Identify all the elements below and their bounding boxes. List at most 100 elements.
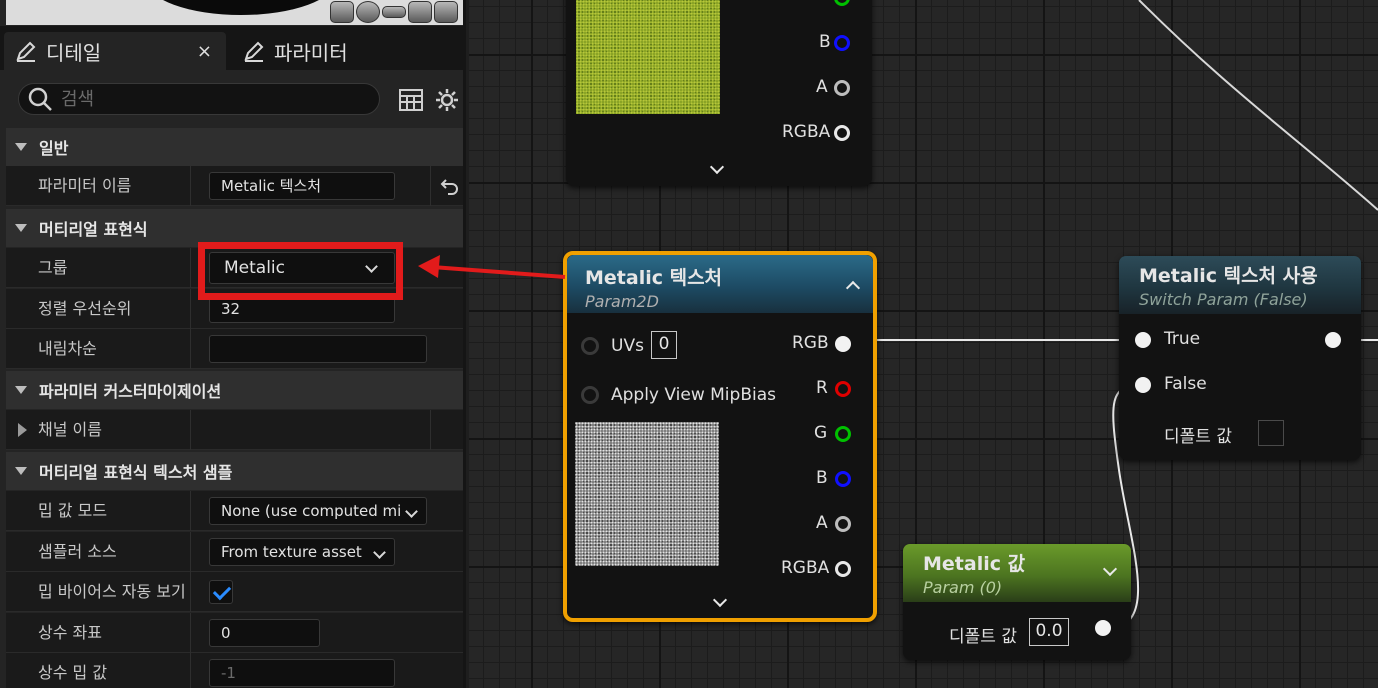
- chevron-down-icon[interactable]: [709, 159, 725, 175]
- tab-details-label: 디테일: [46, 40, 102, 65]
- pin-b-icon[interactable]: [835, 471, 851, 487]
- row-constant-coordinate: 상수 좌표 0: [6, 613, 463, 653]
- uvs-value-field[interactable]: 0: [651, 331, 677, 359]
- default-value-label: 디폴트 값: [1164, 427, 1232, 447]
- search-input[interactable]: [61, 88, 361, 110]
- default-value-checkbox[interactable]: [1258, 420, 1284, 446]
- auto-view-mip-bias-checkbox[interactable]: [209, 580, 233, 604]
- custom-mesh-preview-icon[interactable]: [434, 1, 458, 23]
- sphere-preview-icon[interactable]: [356, 1, 380, 23]
- sort-priority-label: 정렬 우선순위: [38, 299, 132, 318]
- material-preview-viewport[interactable]: [6, 0, 463, 25]
- pin-false-icon[interactable]: [1135, 377, 1151, 393]
- chevron-up-icon[interactable]: [845, 280, 861, 296]
- material-graph[interactable]: B A RGBA Metalic 텍스처 Param2D UVs 0 Apply…: [469, 0, 1378, 688]
- row-descending: 내림차순: [6, 329, 463, 369]
- pin-label-g: G: [814, 423, 828, 443]
- constant-mip-value-label: 상수 밉 값: [38, 663, 108, 682]
- pin-output-icon[interactable]: [1325, 332, 1341, 348]
- pin-a-icon[interactable]: [835, 516, 851, 532]
- node-metalic-value[interactable]: Metalic 값 Param (0) 디폴트 값 0.0: [903, 544, 1131, 660]
- section-parameter-customization[interactable]: 파라미터 커스터마이제이션: [6, 371, 463, 409]
- search-row: [0, 70, 463, 128]
- node-texture-top[interactable]: B A RGBA: [566, 0, 872, 186]
- tab-details[interactable]: 디테일 ×: [4, 32, 226, 70]
- mip-value-mode-dropdown[interactable]: None (use computed mi: [209, 497, 427, 525]
- panel-tab-bar: 디테일 × 파라미터: [0, 26, 463, 70]
- pin-label-mip-bias: Apply View MipBias: [611, 385, 776, 405]
- constant-coordinate-field[interactable]: 0: [209, 619, 320, 647]
- node-header: Metalic 텍스처 사용 Switch Param (False): [1119, 256, 1361, 314]
- tab-parameters[interactable]: 파라미터: [238, 32, 458, 70]
- sampler-source-dropdown[interactable]: From texture asset: [209, 538, 395, 566]
- pin-label-uvs: UVs: [611, 336, 644, 356]
- pencil-icon: [16, 41, 36, 62]
- sampler-source-label: 샘플러 소스: [38, 542, 117, 561]
- constant-coordinate-label: 상수 좌표: [38, 623, 102, 642]
- pin-g-icon[interactable]: [834, 0, 850, 6]
- table-view-icon[interactable]: [398, 87, 424, 113]
- cylinder-preview-icon[interactable]: [330, 1, 354, 23]
- close-icon[interactable]: ×: [197, 41, 212, 62]
- pin-output-icon[interactable]: [1095, 620, 1111, 636]
- arrow-annotation-icon: [418, 255, 566, 279]
- collapse-arrow-icon: [15, 467, 27, 475]
- pin-label-true: True: [1164, 329, 1201, 349]
- node-title: Metalic 텍스처: [585, 267, 723, 289]
- pin-rgb-icon[interactable]: [835, 336, 851, 352]
- channel-names-label: 채널 이름: [38, 420, 102, 439]
- chevron-down-icon[interactable]: [1102, 561, 1118, 577]
- highlight-box: [198, 242, 403, 300]
- node-title: Metalic 값: [923, 553, 1026, 575]
- row-constant-mip-value: 상수 밉 값 -1: [6, 653, 463, 688]
- pin-r-icon[interactable]: [835, 381, 851, 397]
- pencil-icon: [244, 41, 264, 62]
- collapse-arrow-icon: [15, 143, 27, 151]
- sampler-source-value: From texture asset: [221, 543, 362, 561]
- cube-preview-icon[interactable]: [408, 1, 432, 23]
- node-subtitle: Param2D: [585, 292, 659, 311]
- pin-label-rgba: RGBA: [782, 122, 831, 142]
- search-box[interactable]: [18, 83, 380, 115]
- pin-b-icon[interactable]: [834, 35, 850, 51]
- reset-to-default-icon[interactable]: [440, 176, 460, 196]
- pin-label-rgba: RGBA: [781, 558, 830, 578]
- node-header: Metalic 텍스처 Param2D: [567, 255, 873, 313]
- parameter-name-field[interactable]: Metalic 텍스처: [209, 172, 395, 200]
- section-general[interactable]: 일반: [6, 128, 463, 166]
- expand-arrow-icon[interactable]: [18, 423, 27, 437]
- section-texture-sample[interactable]: 머티리얼 표현식 텍스처 샘플: [6, 452, 463, 490]
- node-metalic-texture[interactable]: Metalic 텍스처 Param2D UVs 0 Apply View Mip…: [563, 251, 877, 622]
- pin-true-icon[interactable]: [1135, 332, 1151, 348]
- pin-label-false: False: [1164, 374, 1207, 394]
- chevron-down-icon[interactable]: [712, 592, 728, 608]
- wire-offscreen: [1138, 0, 1378, 211]
- pin-rgba-icon[interactable]: [835, 561, 851, 577]
- default-value-field[interactable]: 0.0: [1029, 618, 1069, 646]
- pin-rgba-icon[interactable]: [834, 125, 850, 141]
- auto-view-mip-bias-label: 밉 바이어스 자동 보기: [38, 582, 186, 601]
- chevron-down-icon: [405, 505, 418, 518]
- node-switch-param[interactable]: Metalic 텍스처 사용 Switch Param (False) True…: [1119, 256, 1361, 460]
- details-panel: 디테일 × 파라미터 일반 파라미터 이름 Metalic 텍스처: [0, 0, 466, 688]
- chevron-down-icon: [373, 546, 386, 559]
- pin-label-a: A: [816, 77, 828, 97]
- pin-mip-bias-icon[interactable]: [581, 386, 599, 404]
- texture-preview-grass: [576, 0, 720, 114]
- mip-value-mode-label: 밉 값 모드: [38, 501, 108, 520]
- constant-mip-value-field[interactable]: -1: [209, 659, 395, 687]
- descending-field[interactable]: [209, 335, 427, 363]
- preview-mesh: [146, 0, 336, 15]
- tab-parameters-label: 파라미터: [274, 40, 348, 65]
- pin-a-icon[interactable]: [834, 80, 850, 96]
- plane-preview-icon[interactable]: [382, 6, 406, 18]
- search-icon: [28, 87, 52, 111]
- row-channel-names[interactable]: 채널 이름: [6, 410, 463, 450]
- pin-label-b: B: [819, 32, 831, 52]
- gear-icon[interactable]: [434, 87, 460, 113]
- pin-uvs-icon[interactable]: [581, 337, 599, 355]
- row-auto-view-mip-bias: 밉 바이어스 자동 보기: [6, 572, 463, 612]
- section-texture-sample-label: 머티리얼 표현식 텍스처 샘플: [39, 463, 233, 482]
- pin-g-icon[interactable]: [835, 426, 851, 442]
- row-mip-value-mode: 밉 값 모드 None (use computed mi: [6, 491, 463, 531]
